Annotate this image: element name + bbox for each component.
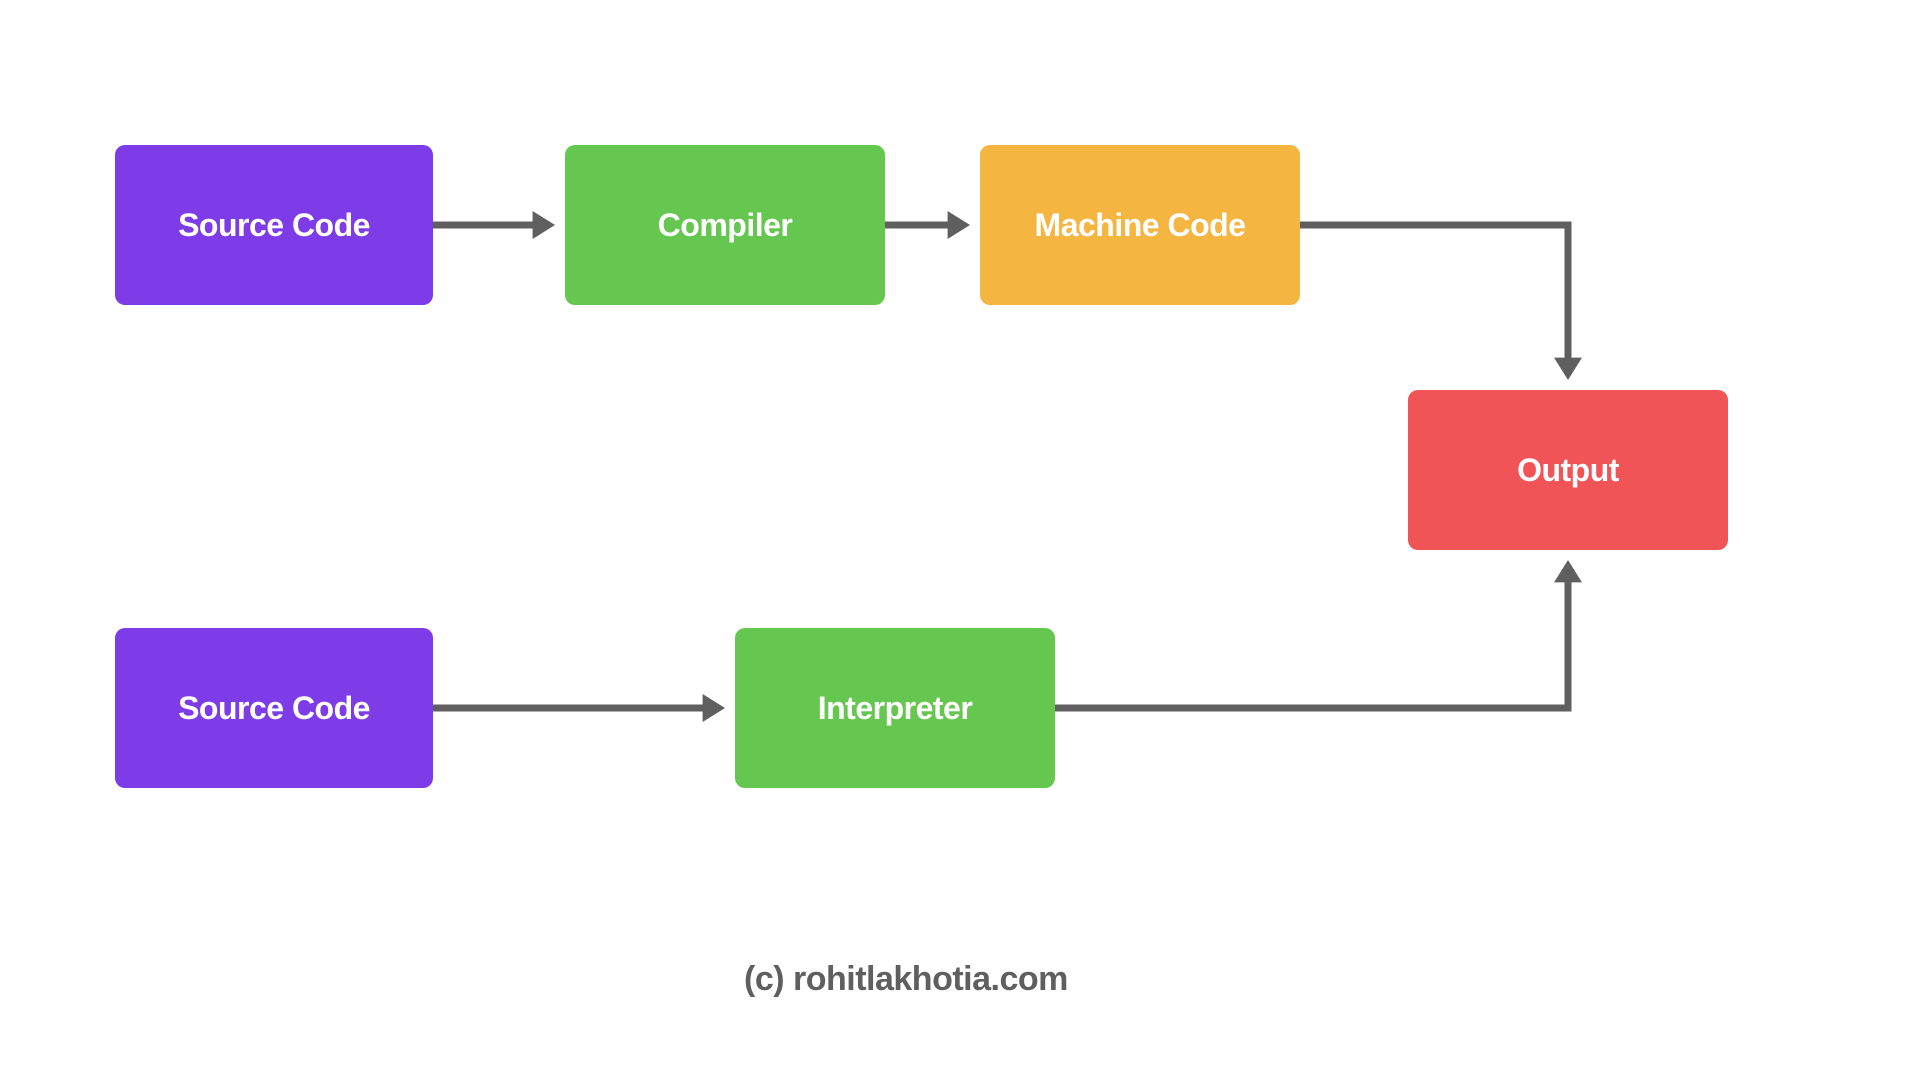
arrow-interpreter-to-output (1055, 567, 1568, 708)
attribution-text: (c) rohitlakhotia.com (744, 960, 1068, 999)
diagram-arrows (0, 0, 1920, 1080)
arrow-machine-to-output (1300, 225, 1568, 373)
